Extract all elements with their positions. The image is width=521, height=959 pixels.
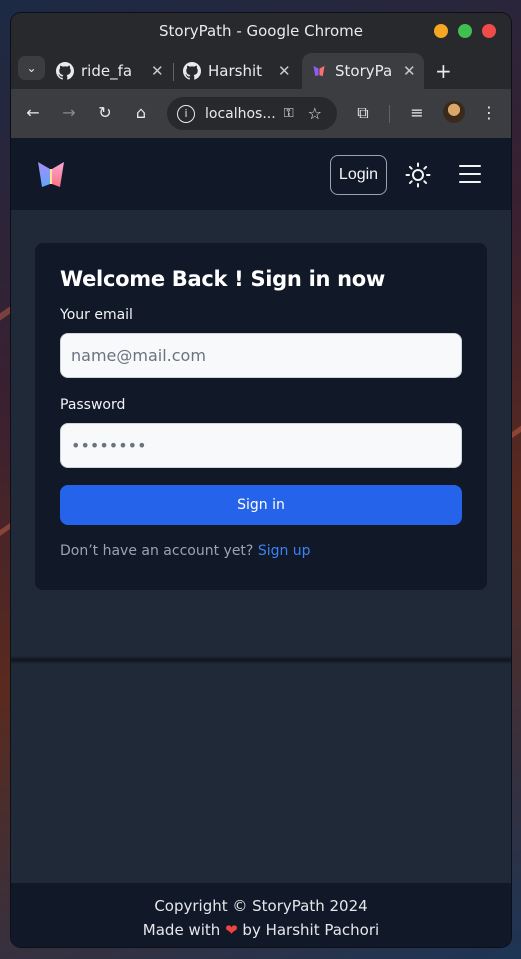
media-control-icon[interactable]: ≡ (407, 103, 427, 122)
site-navbar: Login (11, 138, 511, 210)
close-window-button[interactable] (482, 24, 496, 38)
bookmark-star-icon[interactable]: ☆ (308, 104, 322, 123)
github-icon (183, 62, 201, 80)
tab-separator (173, 63, 174, 81)
copyright-text: Copyright © StoryPath 2024 (154, 897, 368, 915)
minimize-button[interactable] (434, 24, 448, 38)
more-menu-icon[interactable]: ⋮ (479, 103, 499, 122)
email-field[interactable] (60, 333, 462, 378)
home-icon[interactable]: ⌂ (131, 103, 151, 122)
butterfly-icon (310, 62, 328, 80)
hamburger-menu-icon[interactable] (459, 165, 481, 183)
signup-row: Don’t have an account yet? Sign up (60, 543, 462, 559)
sun-icon[interactable] (405, 162, 431, 188)
butterfly-logo-icon[interactable] (36, 159, 66, 189)
password-label: Password (60, 397, 126, 413)
signin-button[interactable]: Sign in (60, 485, 462, 525)
tab-label: StoryPa (335, 62, 391, 80)
close-icon[interactable]: ✕ (151, 62, 164, 80)
close-icon[interactable]: ✕ (278, 62, 291, 80)
password-field[interactable] (60, 423, 462, 468)
address-bar[interactable]: i localhos... ⚿ ☆ (167, 97, 337, 130)
tab-ride-fa[interactable]: ride_fa ✕ (56, 53, 164, 89)
tab-strip: ⌄ ride_fa ✕ Harshit ✕ StoryPa ✕ + (11, 49, 511, 89)
tab-harshit[interactable]: Harshit ✕ (183, 53, 291, 89)
browser-window: StoryPath - Google Chrome ⌄ ride_fa ✕ Ha… (11, 13, 511, 947)
address-text: localhos... (205, 105, 276, 122)
window-title: StoryPath - Google Chrome (158, 22, 364, 40)
made-with-prefix: Made with (142, 921, 221, 939)
toolbar-divider (389, 105, 390, 123)
heart-icon: ❤ (225, 921, 238, 939)
app-page: Login Welcome Back ! Sign in now Your em… (11, 138, 511, 947)
reload-icon[interactable]: ↻ (95, 103, 115, 122)
tab-search-button[interactable]: ⌄ (18, 56, 45, 80)
maximize-button[interactable] (458, 24, 472, 38)
title-bar: StoryPath - Google Chrome (11, 13, 511, 49)
signin-card: Welcome Back ! Sign in now Your email Pa… (35, 243, 487, 590)
site-info-icon[interactable]: i (177, 104, 195, 123)
signup-link[interactable]: Sign up (258, 543, 311, 559)
extensions-icon[interactable]: ⧉ (353, 103, 373, 123)
email-label: Your email (60, 307, 133, 323)
made-with-line: Made with ❤ by Harshit Pachori (11, 918, 511, 942)
tab-storypath[interactable]: StoryPa ✕ (302, 53, 424, 89)
section-divider (11, 656, 511, 664)
tab-label: ride_fa (81, 62, 133, 80)
chevron-down-icon: ⌄ (26, 61, 37, 75)
forward-icon[interactable]: → (59, 103, 79, 122)
profile-avatar[interactable] (443, 101, 465, 123)
window-controls (434, 24, 496, 38)
browser-toolbar: ← → ↻ ⌂ i localhos... ⚿ ☆ ⧉ ≡ ⋮ (11, 89, 511, 138)
signup-prompt: Don’t have an account yet? (60, 543, 254, 559)
login-button[interactable]: Login (330, 155, 387, 195)
close-icon[interactable]: ✕ (403, 62, 416, 80)
key-icon[interactable]: ⚿ (284, 106, 294, 121)
tab-label: Harshit (208, 62, 263, 80)
github-icon (56, 62, 74, 80)
back-icon[interactable]: ← (23, 103, 43, 122)
made-with-suffix: by Harshit Pachori (242, 921, 380, 939)
new-tab-button[interactable]: + (435, 59, 452, 83)
form-title: Welcome Back ! Sign in now (60, 267, 386, 291)
site-footer: Copyright © StoryPath 2024 Made with ❤ b… (11, 883, 511, 947)
